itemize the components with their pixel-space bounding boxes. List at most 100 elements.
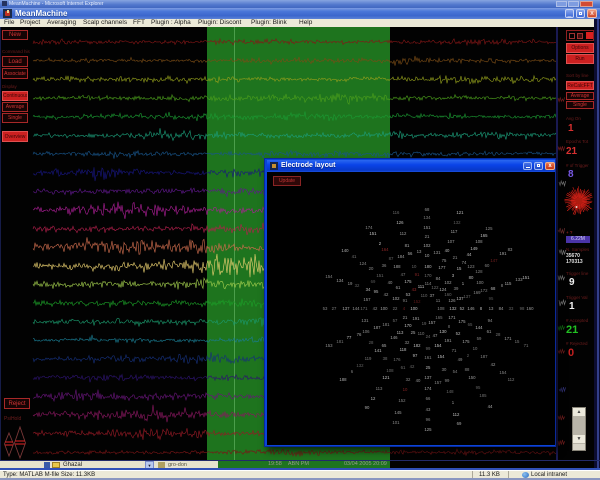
- svg-text:83: 83: [508, 247, 513, 252]
- svg-text:60: 60: [485, 263, 490, 268]
- svg-text:43: 43: [412, 287, 417, 292]
- svg-text:187: 187: [480, 354, 488, 359]
- svg-text:42: 42: [491, 362, 496, 367]
- svg-text:10: 10: [425, 253, 430, 258]
- svg-text:42: 42: [410, 364, 415, 369]
- svg-text:102: 102: [444, 280, 452, 285]
- svg-text:66: 66: [426, 396, 431, 401]
- svg-text:146: 146: [390, 335, 398, 340]
- svg-text:191: 191: [499, 251, 507, 256]
- svg-text:95: 95: [489, 296, 494, 301]
- svg-text:40: 40: [416, 378, 421, 383]
- svg-text:144: 144: [475, 325, 483, 330]
- svg-text:19: 19: [422, 321, 427, 326]
- svg-text:2: 2: [379, 241, 382, 246]
- svg-text:172: 172: [480, 288, 488, 293]
- svg-text:65: 65: [468, 322, 473, 327]
- svg-text:40: 40: [445, 248, 450, 253]
- svg-text:87: 87: [389, 256, 394, 261]
- svg-text:164: 164: [381, 247, 389, 252]
- svg-text:160: 160: [444, 292, 452, 297]
- svg-text:108: 108: [437, 306, 445, 311]
- svg-text:61: 61: [396, 285, 401, 290]
- svg-text:40: 40: [388, 280, 393, 285]
- svg-text:52: 52: [456, 331, 461, 336]
- svg-text:134: 134: [336, 278, 344, 283]
- svg-text:13: 13: [489, 306, 494, 311]
- svg-text:157: 157: [428, 320, 436, 325]
- svg-text:153: 153: [325, 343, 333, 348]
- svg-text:132: 132: [453, 220, 461, 225]
- svg-text:95: 95: [476, 385, 481, 390]
- svg-text:157: 157: [363, 297, 371, 302]
- svg-text:21: 21: [403, 315, 408, 320]
- svg-text:36: 36: [382, 263, 387, 268]
- svg-text:152: 152: [413, 299, 421, 304]
- svg-text:131: 131: [361, 318, 369, 323]
- svg-text:99: 99: [426, 346, 431, 351]
- svg-text:171: 171: [504, 336, 512, 341]
- svg-text:125: 125: [485, 226, 493, 231]
- svg-text:154: 154: [325, 274, 333, 279]
- svg-text:151: 151: [376, 273, 384, 278]
- svg-text:137: 137: [424, 375, 432, 380]
- svg-text:80: 80: [469, 275, 474, 280]
- svg-text:32: 32: [406, 377, 411, 382]
- svg-text:25: 25: [411, 330, 416, 335]
- svg-text:98: 98: [520, 306, 525, 311]
- svg-text:21: 21: [453, 255, 458, 260]
- svg-text:65: 65: [382, 343, 387, 348]
- svg-text:53: 53: [323, 306, 328, 311]
- svg-text:15: 15: [515, 339, 520, 344]
- svg-text:148: 148: [446, 389, 454, 394]
- svg-text:68: 68: [425, 207, 430, 212]
- svg-text:112: 112: [508, 377, 515, 382]
- svg-text:56: 56: [408, 251, 413, 256]
- svg-text:8: 8: [448, 324, 451, 329]
- svg-text:10: 10: [473, 346, 478, 351]
- svg-text:96: 96: [426, 417, 431, 422]
- svg-text:74: 74: [462, 260, 467, 265]
- svg-text:90: 90: [365, 405, 370, 410]
- svg-text:122: 122: [431, 285, 439, 290]
- svg-text:171: 171: [448, 315, 456, 320]
- svg-text:117: 117: [451, 229, 458, 234]
- svg-text:176: 176: [393, 357, 401, 362]
- svg-text:112: 112: [400, 231, 407, 236]
- svg-text:54: 54: [453, 369, 458, 374]
- svg-text:188: 188: [393, 264, 401, 269]
- svg-text:134: 134: [423, 215, 431, 220]
- svg-text:10: 10: [403, 387, 408, 392]
- svg-text:170: 170: [424, 273, 432, 278]
- svg-text:99: 99: [445, 378, 450, 383]
- svg-text:175: 175: [458, 319, 466, 324]
- svg-text:113: 113: [397, 330, 404, 335]
- svg-text:22: 22: [393, 306, 398, 311]
- svg-text:126: 126: [396, 220, 404, 225]
- svg-text:151: 151: [423, 225, 431, 230]
- svg-text:165: 165: [435, 315, 443, 320]
- svg-text:152: 152: [398, 398, 406, 403]
- svg-text:84: 84: [499, 306, 504, 311]
- svg-text:185: 185: [479, 393, 487, 398]
- svg-text:13: 13: [417, 249, 422, 254]
- svg-text:124: 124: [359, 261, 367, 266]
- svg-text:137: 137: [463, 294, 471, 299]
- svg-text:42: 42: [384, 292, 389, 297]
- svg-text:8: 8: [480, 306, 483, 311]
- svg-text:102: 102: [392, 296, 400, 301]
- svg-text:76: 76: [357, 332, 362, 337]
- svg-text:10: 10: [412, 264, 417, 269]
- svg-text:24: 24: [426, 334, 431, 339]
- svg-text:128: 128: [475, 269, 483, 274]
- svg-text:32: 32: [355, 283, 360, 288]
- svg-text:100: 100: [410, 306, 418, 311]
- svg-text:112: 112: [453, 412, 460, 417]
- svg-text:110: 110: [421, 293, 428, 298]
- svg-text:28: 28: [496, 332, 501, 337]
- svg-text:151: 151: [522, 275, 530, 280]
- svg-text:161: 161: [424, 355, 432, 360]
- svg-text:123: 123: [467, 264, 475, 269]
- svg-text:165: 165: [480, 233, 488, 238]
- svg-text:3: 3: [452, 273, 455, 278]
